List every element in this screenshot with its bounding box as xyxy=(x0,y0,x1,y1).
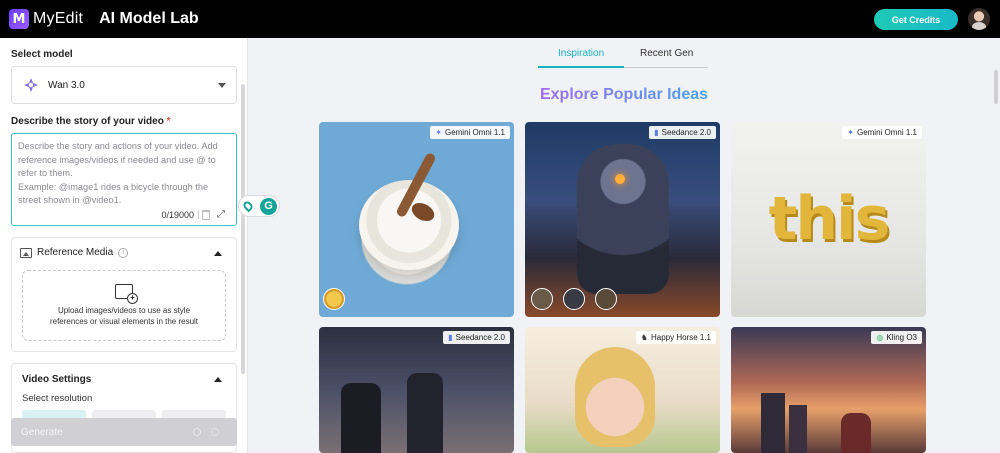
grammarly-g-icon[interactable]: G xyxy=(260,197,277,215)
explore-heading-wrap: Explore Popular Ideas xyxy=(248,86,1000,104)
story-placeholder: Describe the story and actions of your v… xyxy=(18,141,218,206)
tab-divider-line xyxy=(624,67,708,68)
model-badge: ✦ Gemini Omni 1.1 xyxy=(842,126,922,139)
resolution-label: Select resolution xyxy=(22,393,93,404)
upload-dropzone[interactable]: Upload images/videos to use as style ref… xyxy=(22,270,226,341)
person-figure xyxy=(341,383,381,453)
info-icon xyxy=(211,428,219,436)
kling-icon: ◍ xyxy=(876,333,884,342)
model-badge: ▮ Seedance 2.0 xyxy=(443,331,510,344)
idea-card[interactable]: ▮ Seedance 2.0 xyxy=(319,327,514,453)
model-badge: ♞ Happy Horse 1.1 xyxy=(635,331,716,344)
model-badge-label: Gemini Omni 1.1 xyxy=(444,128,505,137)
trash-icon[interactable] xyxy=(202,210,210,220)
horse-icon: ♞ xyxy=(640,333,648,342)
bars-icon: ▮ xyxy=(654,128,659,137)
generate-label: Generate xyxy=(21,426,63,438)
add-image-icon xyxy=(115,284,138,304)
grammarly-widget[interactable]: G xyxy=(238,195,280,217)
person-figure xyxy=(407,373,443,453)
active-tab-underline xyxy=(538,66,624,68)
robot-eye xyxy=(615,174,625,184)
counter-divider xyxy=(198,210,199,219)
selected-model-name: Wan 3.0 xyxy=(48,79,85,91)
video-settings-title: Video Settings xyxy=(22,374,92,385)
collapse-arrow-icon[interactable] xyxy=(214,251,222,256)
model-badge: ◍ Kling O3 xyxy=(871,331,922,344)
model-badge: ✦ Gemini Omni 1.1 xyxy=(430,126,510,139)
gallery-tabs: Inspiration Recent Gen xyxy=(538,44,708,70)
robot-image xyxy=(577,144,669,294)
user-avatar[interactable] xyxy=(968,8,990,30)
wan-model-icon xyxy=(23,77,39,93)
tab-inspiration[interactable]: Inspiration xyxy=(558,48,604,59)
model-badge: ▮ Seedance 2.0 xyxy=(649,126,716,139)
model-badge-label: Kling O3 xyxy=(886,333,917,342)
model-badge-label: Happy Horse 1.1 xyxy=(650,333,711,342)
expand-icon[interactable]: ⤢ xyxy=(217,210,225,220)
model-badge-label: Seedance 2.0 xyxy=(661,128,711,137)
model-select-dropdown[interactable]: Wan 3.0 xyxy=(11,66,237,104)
reference-thumbnail xyxy=(563,288,585,310)
main-scrollbar[interactable] xyxy=(994,70,998,104)
building-silhouette xyxy=(761,393,785,453)
person-figure xyxy=(841,413,871,453)
tab-recent-gen[interactable]: Recent Gen xyxy=(640,48,693,59)
sparkle-icon: ✦ xyxy=(847,128,854,137)
reference-media-panel: Reference Media i Upload images/videos t… xyxy=(11,237,237,352)
upload-instructions: Upload images/videos to use as style ref… xyxy=(49,306,199,326)
info-icon[interactable]: i xyxy=(118,247,129,258)
credit-coin-icon xyxy=(193,428,201,436)
top-header: M MyEdit AI Model Lab Get Credits xyxy=(0,0,1000,38)
required-mark: * xyxy=(166,116,171,127)
reference-thumbnail xyxy=(531,288,553,310)
reference-media-header[interactable]: Reference Media i xyxy=(20,247,129,258)
explore-title: Explore Popular Ideas xyxy=(539,86,709,103)
model-badge-label: Seedance 2.0 xyxy=(455,333,505,342)
model-badge-label: Gemini Omni 1.1 xyxy=(856,128,917,137)
bars-icon: ▮ xyxy=(448,333,453,342)
app-title: AI Model Lab xyxy=(99,10,199,27)
collapse-arrow-icon[interactable] xyxy=(214,377,222,382)
story-label: Describe the story of your video * xyxy=(11,116,171,127)
select-model-label: Select model xyxy=(11,49,73,60)
brand-name[interactable]: MyEdit xyxy=(33,10,83,28)
sparkle-icon: ✦ xyxy=(435,128,442,137)
generate-button[interactable]: Generate xyxy=(11,418,237,446)
reference-thumbnail xyxy=(595,288,617,310)
image-icon xyxy=(20,247,32,258)
myedit-logo-icon[interactable]: M xyxy=(9,9,29,29)
idea-card[interactable]: ✦ Gemini Omni 1.1 xyxy=(319,122,514,317)
location-pin-icon[interactable] xyxy=(241,199,255,213)
idea-card[interactable]: ♞ Happy Horse 1.1 xyxy=(525,327,720,453)
reference-thumbnail xyxy=(323,288,345,310)
get-credits-button[interactable]: Get Credits xyxy=(874,9,958,30)
girl-character-image xyxy=(575,347,655,447)
building-silhouette xyxy=(789,405,807,453)
golden-text-render: this xyxy=(768,184,891,254)
idea-card[interactable]: ◍ Kling O3 xyxy=(731,327,926,453)
character-counter: 0/19000 xyxy=(161,210,194,220)
story-label-text: Describe the story of your video xyxy=(11,116,164,127)
sidebar-scrollbar[interactable] xyxy=(241,84,245,374)
idea-card[interactable]: ▮ Seedance 2.0 xyxy=(525,122,720,317)
idea-card[interactable]: this ✦ Gemini Omni 1.1 xyxy=(731,122,926,317)
reference-media-title: Reference Media xyxy=(37,247,114,258)
chevron-down-icon xyxy=(218,83,226,88)
story-textarea[interactable]: Describe the story and actions of your v… xyxy=(11,133,237,226)
